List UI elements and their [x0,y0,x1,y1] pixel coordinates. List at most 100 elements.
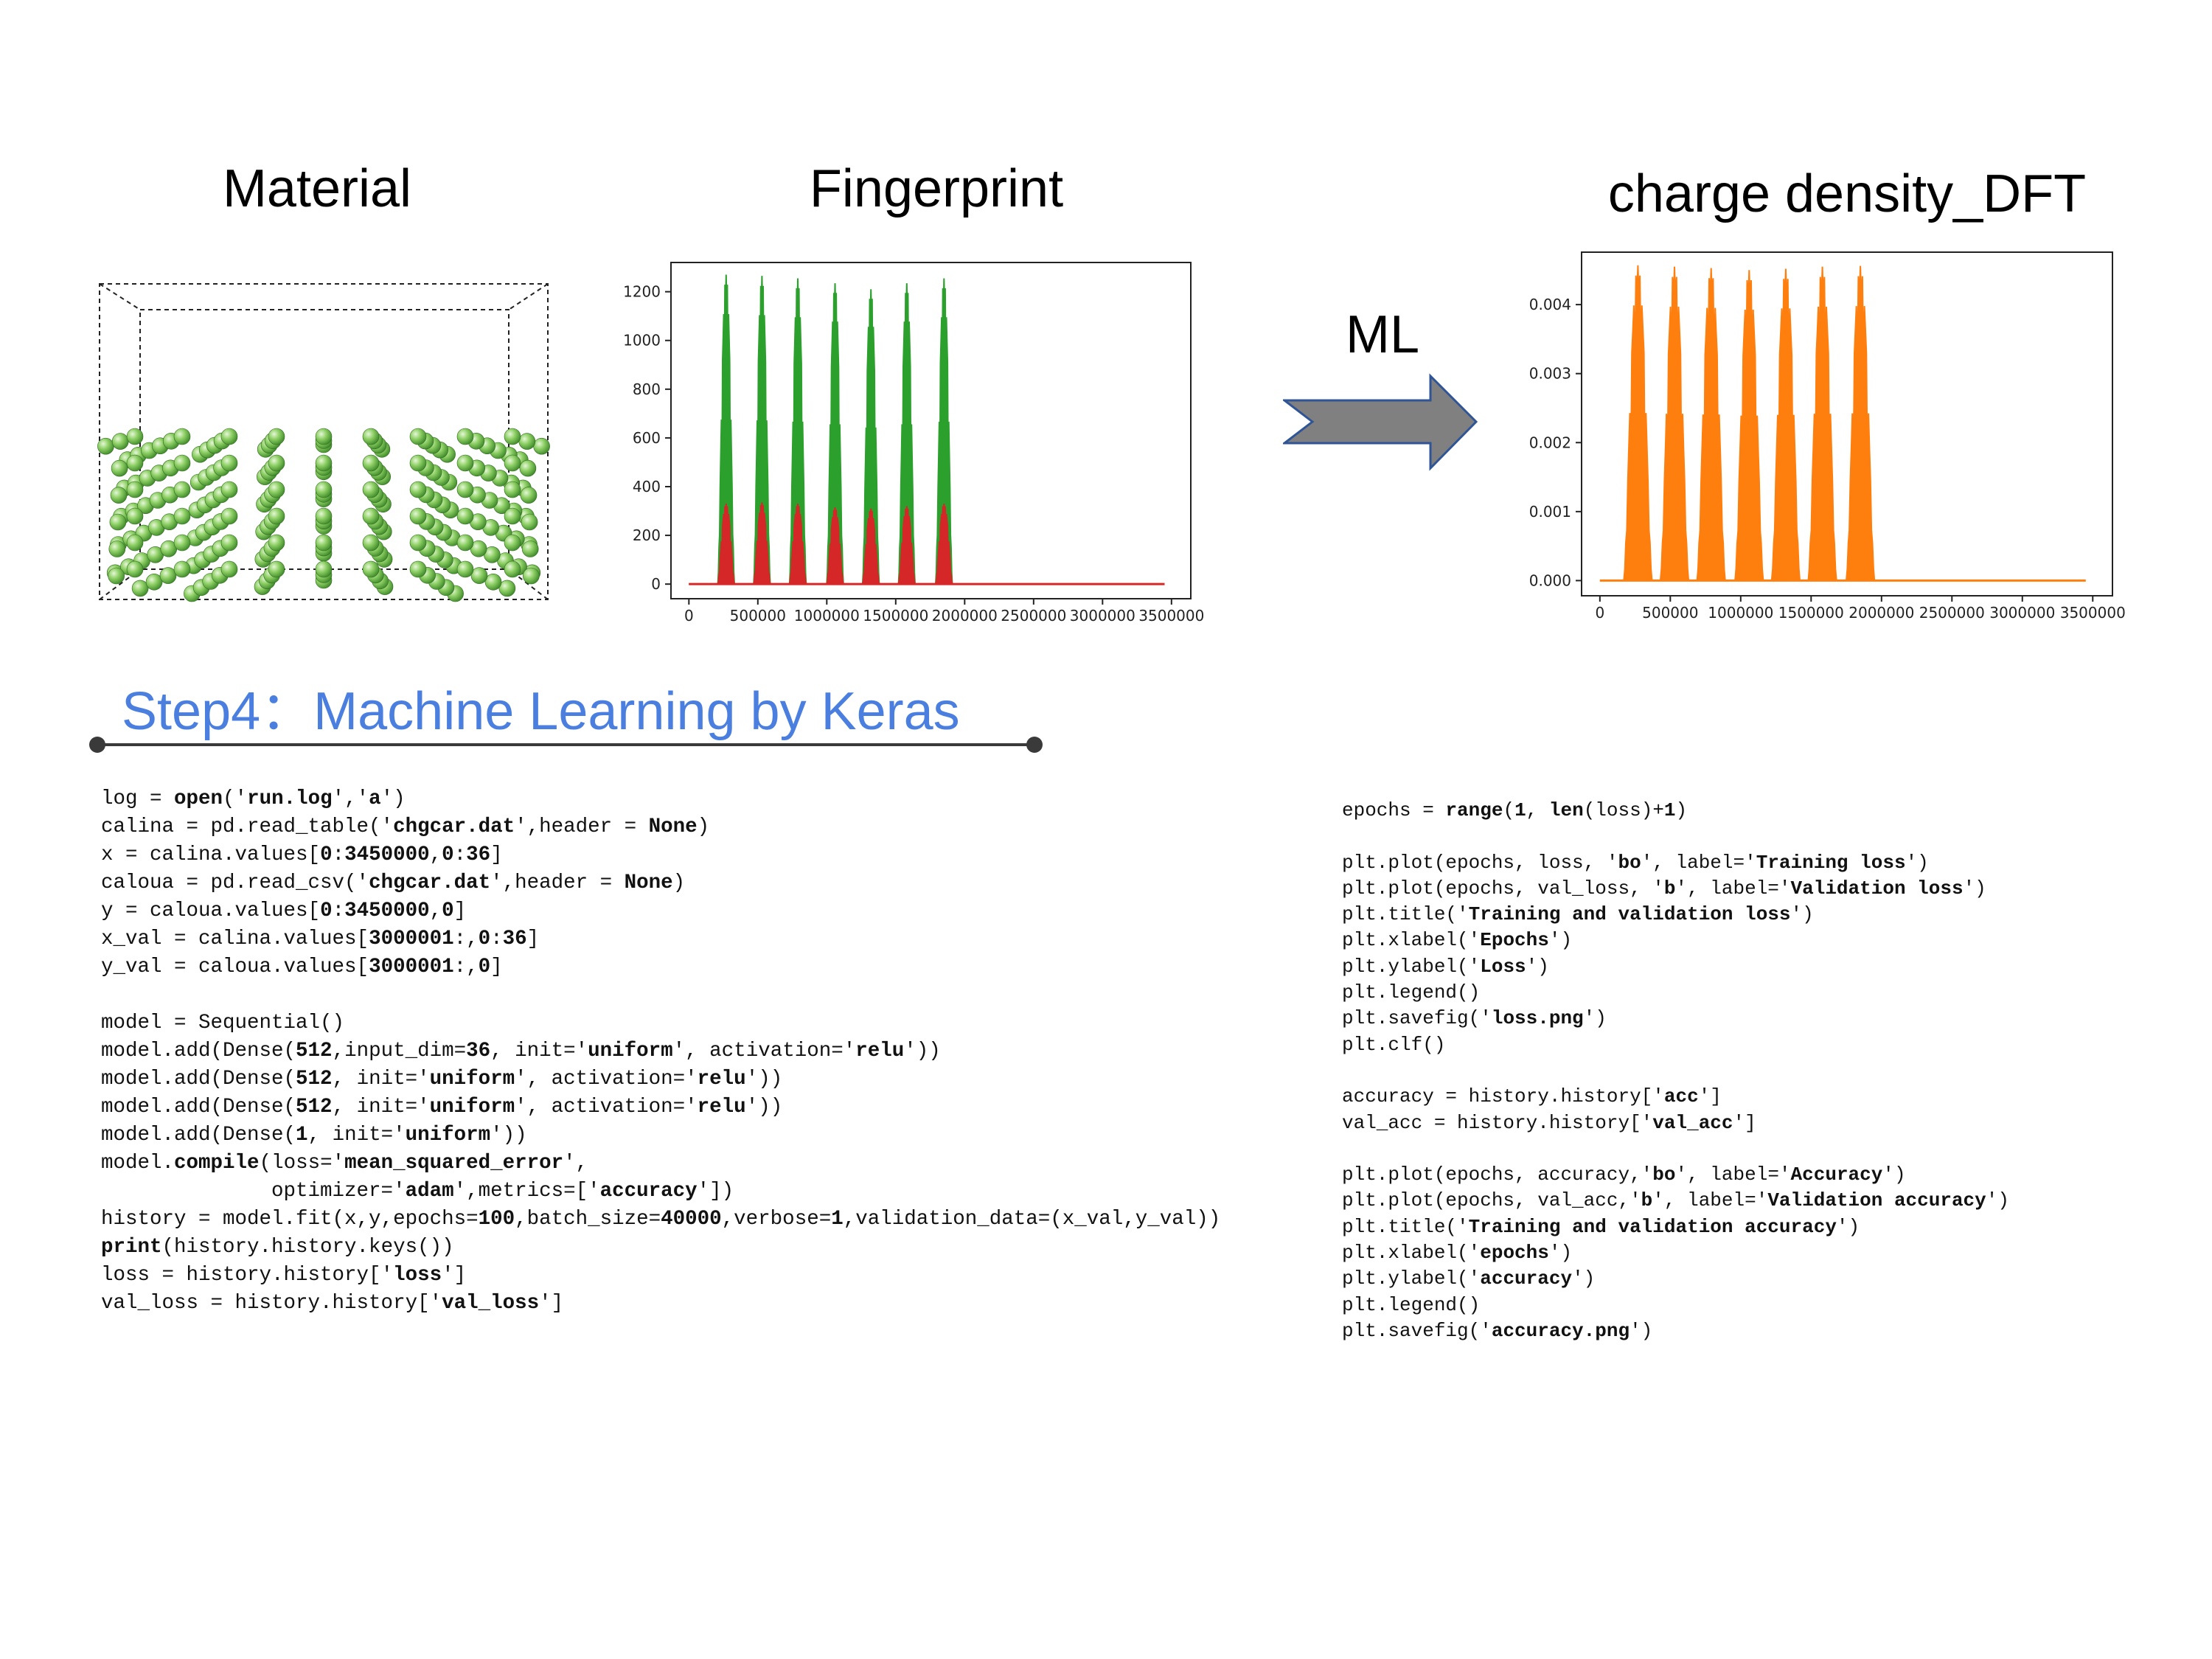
x-tick-label: 3000000 [1989,604,2055,622]
code-left-line: log = open('run.log','a') [101,787,406,810]
code-right-line: plt.xlabel('epochs') [1342,1242,1573,1265]
x-tick-label: 1500000 [1778,604,1844,622]
x-tick-label: 2500000 [1919,604,1985,622]
atom [484,573,502,591]
atom [456,428,474,445]
y-tick-label: 1200 [623,283,661,301]
charge-density-heading: charge density_DFT [1607,164,2087,223]
code-right-line: val_acc = history.history['val_acc'] [1342,1111,1756,1134]
code-left-line: print(history.history.keys()) [101,1236,454,1259]
atom [220,454,238,472]
atom [110,487,128,504]
charge-density-chart: 0 500000 1000000 1500000 2000000 2500000 30000… [1529,251,2126,622]
atom [111,433,129,450]
atom [220,428,238,445]
atom [268,534,285,552]
x-tick-label: 2000000 [1848,604,1914,622]
atom [409,560,427,578]
atom [315,428,333,445]
atom-lattice [97,428,550,602]
atom [362,507,380,525]
code-right-line: plt.ylabel('Loss') [1342,955,1549,978]
y-tick-label: 800 [633,380,661,398]
code-right-line: plt.title('Training and validation loss'… [1342,903,1814,926]
atom [315,454,333,472]
y-tick-label: 0.003 [1529,365,1571,383]
atom [533,437,550,455]
code-left-line: optimizer='adam',metrics=['accuracy']) [101,1180,734,1203]
atom [504,481,521,498]
x-tick-label: 3500000 [2060,604,2126,622]
atom [362,560,380,578]
code-left-line: y = caloua.values[0:3450000,0] [101,900,467,922]
atom [109,513,127,531]
atom [108,540,126,557]
code-right-line [1342,1136,2009,1162]
atom [456,507,474,525]
atom [126,428,144,445]
atom [268,454,285,472]
atom [111,459,128,477]
atom [504,507,521,525]
atom [108,567,125,585]
ml-arrow-icon [1283,373,1478,471]
atom [97,437,114,455]
x-tick-label: 1500000 [863,607,928,625]
y-tick-label: 200 [633,526,661,544]
atom [362,454,380,472]
atom [315,507,333,525]
y-tick-label: 0.002 [1529,434,1571,451]
y-tick-label: 0 [651,575,661,593]
atom [220,481,238,498]
atom [409,534,427,552]
ml-label: ML [1345,305,1420,364]
code-right-line: plt.plot(epochs, val_loss, 'b', label='V… [1342,877,1986,900]
fingerprint-heading: Fingerprint [809,159,1064,218]
code-block-model: log = open('run.log','a') calina = pd.rea… [101,785,1220,1318]
code-right-line: plt.legend() [1342,1293,1481,1316]
atom [173,428,191,445]
atom [504,534,521,552]
atom [409,481,427,498]
atom [315,560,333,578]
atom [126,560,144,578]
atom [409,454,427,472]
atom [504,560,521,578]
x-tick-label: 1000000 [794,607,860,625]
atom [362,428,380,445]
code-block-plotting: epochs = range(1, len(loss)+1) plt.plot(… [1342,798,2009,1344]
plot-frame [1581,251,2113,597]
code-left-line: val_loss = history.history['val_loss'] [101,1292,564,1315]
code-left-line: history = model.fit(x,y,epochs=100,batch… [101,1208,1221,1231]
atom [470,567,488,584]
code-right-line: plt.savefig('loss.png') [1342,1007,1607,1030]
code-right-line: plt.plot(epochs, val_acc,'b', label='Val… [1342,1189,2009,1212]
atom [456,560,474,578]
y-tick-label: 1000 [623,332,661,349]
code-right-line: plt.savefig('accuracy.png') [1342,1319,1653,1342]
atom [131,580,149,597]
atom [268,507,285,525]
y-tick-label: 0.001 [1529,503,1571,521]
x-tick-label: 2500000 [1001,607,1066,625]
code-left-line: model.compile(loss='mean_squared_error', [101,1152,588,1175]
material-structure [97,283,550,602]
atom [362,481,380,498]
code-right-line: plt.clf() [1342,1033,1446,1056]
atom [315,481,333,498]
atom [126,534,144,552]
atom [173,454,191,472]
atom [268,560,285,578]
code-left-line: y_val = caloua.values[3000001:,0] [101,956,503,978]
y-tick-label: 400 [633,478,661,495]
atom [504,454,521,472]
atom [521,540,539,557]
code-right-line: epochs = range(1, len(loss)+1) [1342,799,1688,821]
code-right-line: plt.ylabel('accuracy') [1342,1267,1596,1290]
code-right-line: plt.legend() [1342,981,1481,1004]
code-right-line: plt.plot(epochs, loss, 'bo', label='Trai… [1342,851,1929,874]
code-right-line: plt.xlabel('Epochs') [1342,929,1573,952]
atom [268,428,285,445]
y-tick-label: 0.004 [1529,296,1571,313]
code-left-line: model = Sequential() [101,1012,345,1034]
